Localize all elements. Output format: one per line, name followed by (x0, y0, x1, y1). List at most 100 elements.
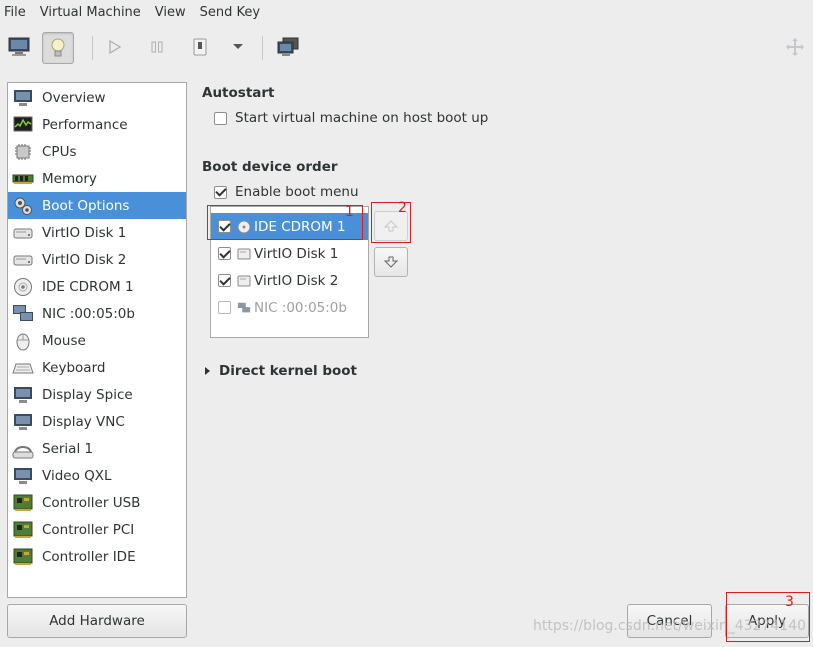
boot-device-label: NIC :00:05:0b (254, 299, 347, 316)
boot-device-virtio-disk-1[interactable]: VirtIO Disk 1 (211, 240, 368, 267)
boot-device-label: VirtIO Disk 2 (254, 272, 339, 289)
sidebar-item-label: Performance (42, 116, 128, 133)
sidebar-item-overview[interactable]: Overview (8, 84, 186, 111)
sidebar-item-virtio-disk-1[interactable]: VirtIO Disk 1 (8, 219, 186, 246)
shutdown-menu-dropdown[interactable] (223, 32, 253, 62)
autostart-checkbox[interactable] (214, 111, 227, 125)
boot-order-heading: Boot device order (202, 159, 338, 175)
boot-device-checkbox[interactable] (218, 274, 231, 287)
sidebar-item-label: Serial 1 (42, 440, 94, 457)
direct-kernel-boot-expander[interactable]: Direct kernel boot (205, 363, 357, 379)
sidebar-item-label: Controller USB (42, 494, 141, 511)
sidebar-item-controller-ide[interactable]: Controller IDE (8, 543, 186, 570)
menu-file[interactable]: File (0, 5, 30, 20)
controller-card-icon (12, 492, 34, 514)
sidebar-item-label: Overview (42, 89, 106, 106)
sidebar-item-ide-cdrom-1[interactable]: IDE CDROM 1 (8, 273, 186, 300)
sidebar-item-keyboard[interactable]: Keyboard (8, 354, 186, 381)
sidebar-item-controller-usb[interactable]: Controller USB (8, 489, 186, 516)
keyboard-icon (12, 357, 34, 379)
toolbar (0, 26, 813, 68)
sidebar-item-label: Controller IDE (42, 548, 136, 565)
monitor-icon (8, 37, 30, 56)
sidebar-item-display-spice[interactable]: Display Spice (8, 381, 186, 408)
snapshots-button[interactable] (273, 32, 303, 62)
snapshot-monitor-icon (277, 37, 299, 56)
move-down-button[interactable] (374, 247, 408, 277)
hard-disk-icon (237, 247, 251, 261)
enable-boot-menu-label: Enable boot menu (235, 184, 359, 200)
boot-device-checkbox[interactable] (218, 247, 231, 260)
chevron-down-icon (233, 44, 243, 49)
memory-module-icon (12, 168, 34, 190)
fullscreen-button[interactable] (780, 32, 810, 62)
hard-disk-icon (237, 274, 251, 288)
sidebar-item-display-vnc[interactable]: Display VNC (8, 408, 186, 435)
sidebar-item-label: Video QXL (42, 467, 112, 484)
boot-device-virtio-disk-2[interactable]: VirtIO Disk 2 (211, 267, 368, 294)
sidebar-item-performance[interactable]: Performance (8, 111, 186, 138)
sidebar-item-boot-options[interactable]: Boot Options (8, 192, 186, 219)
sidebar-item-nic[interactable]: NIC :00:05:0b (8, 300, 186, 327)
enable-boot-menu-checkbox[interactable] (214, 185, 227, 199)
run-button[interactable] (100, 32, 130, 62)
autostart-row: Start virtual machine on host boot up (214, 110, 488, 126)
boot-device-nic[interactable]: NIC :00:05:0b (211, 294, 368, 321)
annotation-number-2: 2 (398, 200, 407, 216)
sidebar-item-virtio-disk-2[interactable]: VirtIO Disk 2 (8, 246, 186, 273)
serial-port-icon (12, 438, 34, 460)
toolbar-separator (92, 36, 93, 60)
pause-icon (151, 41, 163, 53)
enable-boot-menu-row: Enable boot menu (214, 184, 359, 200)
boot-device-label: VirtIO Disk 1 (254, 245, 339, 262)
sidebar-item-video-qxl[interactable]: Video QXL (8, 462, 186, 489)
sidebar-item-label: VirtIO Disk 2 (42, 251, 127, 268)
display-icon (12, 384, 34, 406)
hard-disk-icon (12, 249, 34, 271)
lightbulb-icon (51, 38, 65, 57)
console-view-button[interactable] (4, 32, 34, 62)
sidebar-item-cpus[interactable]: CPUs (8, 138, 186, 165)
annotation-number-1: 1 (345, 204, 354, 220)
sidebar-item-label: IDE CDROM 1 (42, 278, 134, 295)
boot-options-gears-icon (12, 195, 34, 217)
menu-virtual-machine[interactable]: Virtual Machine (36, 5, 145, 20)
autostart-heading: Autostart (202, 85, 275, 101)
boot-device-checkbox[interactable] (218, 301, 231, 314)
shutdown-button[interactable] (185, 32, 215, 62)
sidebar-item-controller-pci[interactable]: Controller PCI (8, 516, 186, 543)
sidebar-item-serial-1[interactable]: Serial 1 (8, 435, 186, 462)
play-icon (109, 39, 122, 55)
sidebar-item-label: CPUs (42, 143, 77, 160)
sidebar-item-label: Controller PCI (42, 521, 135, 538)
network-icon (237, 301, 251, 315)
sidebar-item-label: Display VNC (42, 413, 125, 430)
sidebar-item-memory[interactable]: Memory (8, 165, 186, 192)
sidebar-item-label: Mouse (42, 332, 86, 349)
controller-card-icon (12, 519, 34, 541)
add-hardware-button[interactable]: Add Hardware (7, 604, 187, 638)
mouse-icon (12, 330, 34, 352)
fullscreen-arrows-icon (786, 38, 804, 56)
menu-view[interactable]: View (151, 5, 190, 20)
pause-button[interactable] (142, 32, 172, 62)
sidebar-item-label: Display Spice (42, 386, 133, 403)
cdrom-icon (12, 276, 34, 298)
display-icon (12, 411, 34, 433)
annotation-number-3: 3 (785, 594, 794, 610)
menu-send-key[interactable]: Send Key (196, 5, 264, 20)
sidebar-item-label: Memory (42, 170, 97, 187)
sidebar-item-label: Keyboard (42, 359, 106, 376)
sidebar-item-label: Boot Options (42, 197, 130, 214)
hard-disk-icon (12, 222, 34, 244)
toolbar-separator (262, 36, 263, 60)
display-icon (12, 465, 34, 487)
sidebar-item-mouse[interactable]: Mouse (8, 327, 186, 354)
controller-card-icon (12, 546, 34, 568)
arrow-down-icon (383, 256, 399, 268)
sidebar-item-label: NIC :00:05:0b (42, 305, 135, 322)
autostart-label: Start virtual machine on host boot up (235, 110, 489, 126)
cpu-chip-icon (12, 141, 34, 163)
details-view-button[interactable] (42, 32, 74, 64)
power-switch-icon (193, 38, 207, 56)
